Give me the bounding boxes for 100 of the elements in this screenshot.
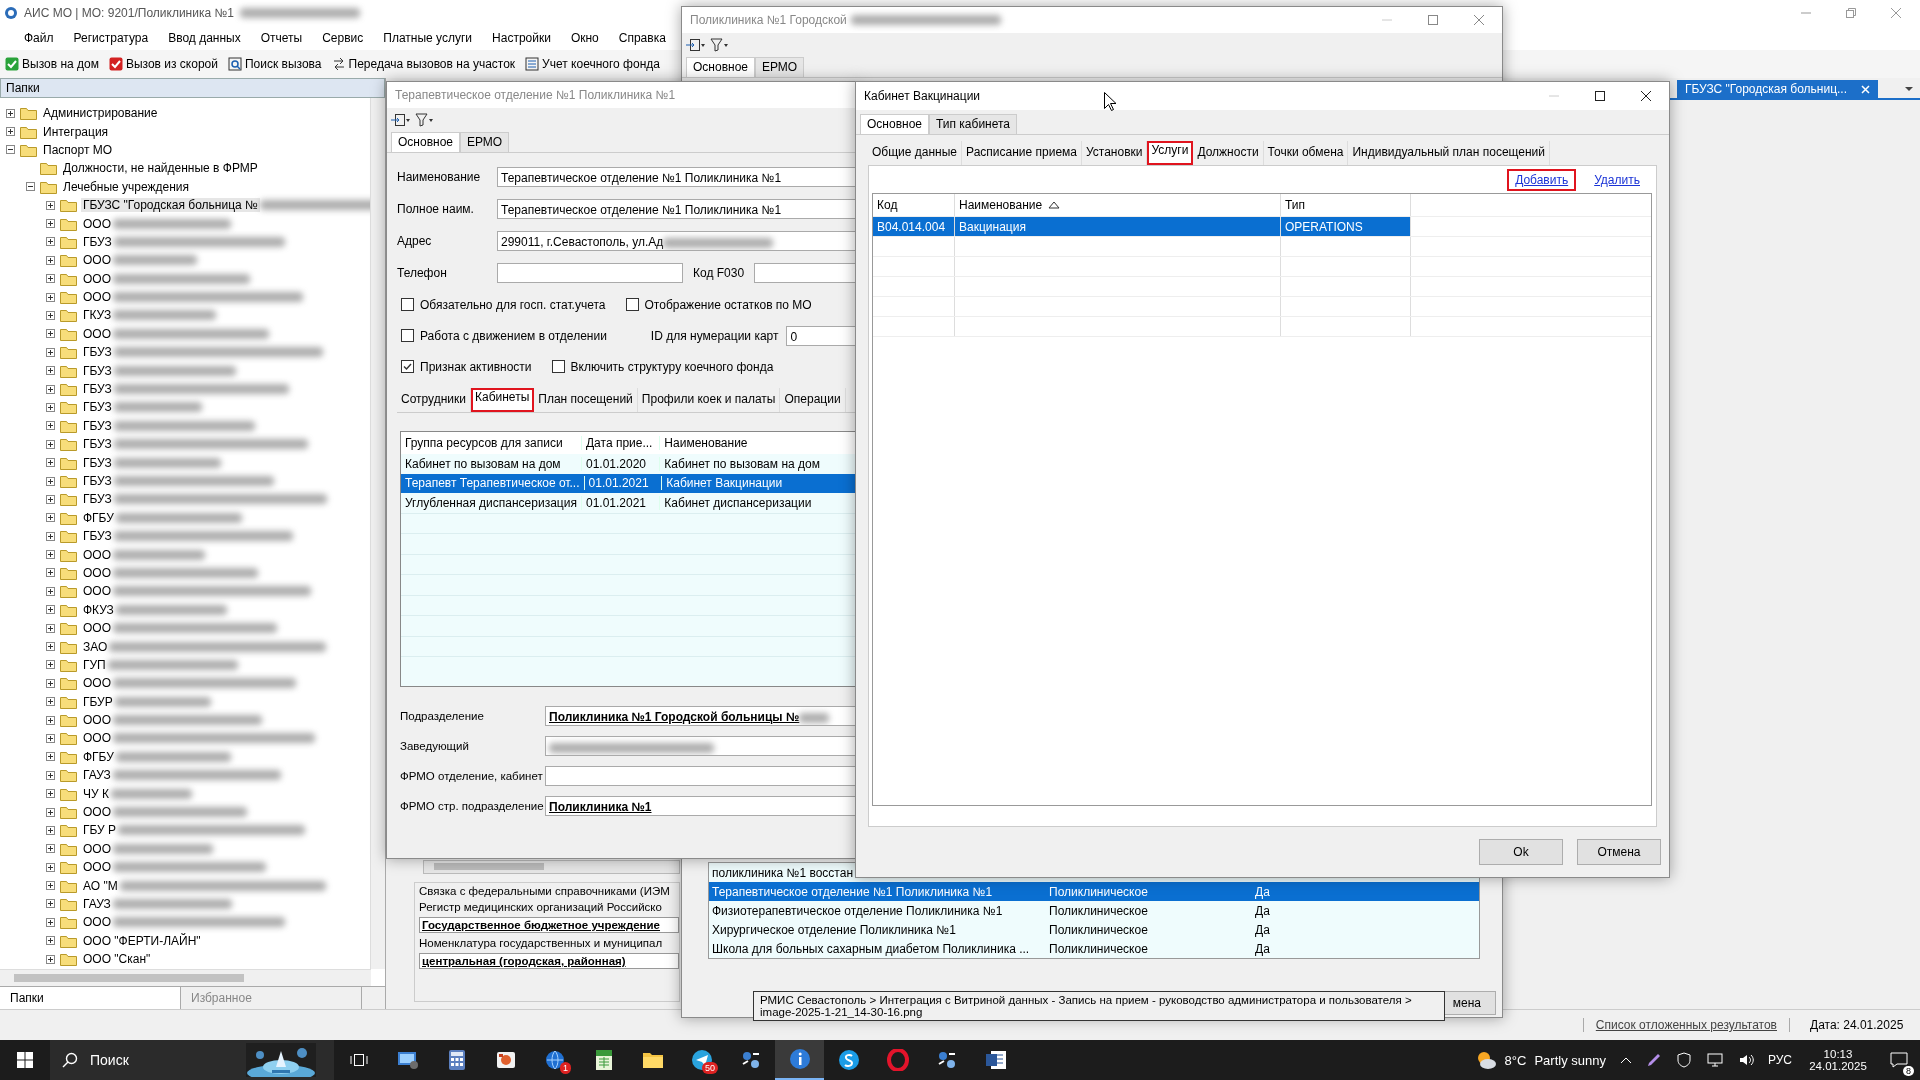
checkbox[interactable] <box>401 298 414 311</box>
scrollbar[interactable] <box>370 98 385 969</box>
tree-item[interactable]: ООО <box>81 713 113 728</box>
chat-icon[interactable] <box>837 1049 860 1071</box>
search-input[interactable]: Поиск <box>88 1051 236 1069</box>
expand-icon[interactable] <box>46 807 55 817</box>
filter-icon[interactable] <box>710 38 730 52</box>
close-icon[interactable] <box>1640 90 1652 102</box>
dropdown-icon[interactable] <box>1904 85 1914 93</box>
expand-icon[interactable] <box>46 697 55 707</box>
expand-icon[interactable] <box>46 715 55 725</box>
menu-item[interactable]: Настройки <box>482 31 561 45</box>
expand-icon[interactable] <box>6 127 15 137</box>
tree-item[interactable]: АО "М <box>81 878 120 893</box>
search-field[interactable]: Поиск <box>50 1040 334 1080</box>
expand-icon[interactable] <box>46 605 55 615</box>
input-field[interactable] <box>545 766 857 786</box>
expand-icon[interactable] <box>46 347 55 357</box>
tree-item[interactable]: ООО <box>81 860 113 875</box>
input-field[interactable]: 0 <box>786 325 857 346</box>
collapse-icon[interactable] <box>6 145 15 155</box>
toolbar-button[interactable]: Передача вызовов на участок <box>328 55 519 73</box>
tab[interactable]: Основное <box>391 132 460 152</box>
info-icon[interactable] <box>788 1048 811 1070</box>
pen-icon[interactable] <box>1645 1052 1662 1068</box>
expand-icon[interactable] <box>6 108 15 118</box>
expand-icon[interactable] <box>46 476 55 486</box>
tree-item[interactable]: ГБУЗ <box>81 474 114 488</box>
tree-item[interactable]: ГБУЗ <box>81 234 114 249</box>
tab[interactable]: Должности <box>1193 141 1264 165</box>
tree-item[interactable]: Паспорт МО <box>41 142 115 157</box>
expand-icon[interactable] <box>46 255 55 265</box>
expand-icon[interactable] <box>46 844 55 854</box>
tree-item[interactable]: ООО "Скан" <box>81 952 153 967</box>
restore-icon[interactable] <box>1845 7 1857 19</box>
monitor-icon[interactable] <box>396 1050 419 1070</box>
tree-item[interactable]: ГБУ Р <box>81 823 119 838</box>
link[interactable]: Удалить <box>1588 171 1646 189</box>
table-row[interactable]: Физиотерапевтическое отделение Поликлиника №1 Поликлиническое Да <box>709 901 1479 920</box>
expand-icon[interactable] <box>46 421 55 431</box>
expand-icon[interactable] <box>46 862 55 872</box>
tree-item[interactable]: Должности, не найденные в ФРМР <box>61 161 260 176</box>
tree-item[interactable]: ГБУЗ <box>81 492 114 507</box>
expand-icon[interactable] <box>46 513 55 523</box>
tree-item[interactable]: ООО <box>81 621 113 636</box>
tab[interactable]: Основное <box>686 57 755 77</box>
expand-icon[interactable] <box>46 660 55 670</box>
expand-icon[interactable] <box>46 494 55 504</box>
tree-item[interactable]: Интеграция <box>41 124 111 139</box>
input-field[interactable] <box>545 736 857 756</box>
tree-item[interactable]: ООО <box>81 253 113 268</box>
tab[interactable]: Кабинеты <box>471 388 535 412</box>
tree-item[interactable]: ГБУЗ <box>81 400 114 415</box>
tree-item[interactable]: ООО <box>81 326 113 341</box>
table-row[interactable]: Школа для больных сахарным диабетом Поликлиника ... Поликлиническое Да <box>709 939 1479 958</box>
tree-item[interactable]: ООО <box>81 676 113 691</box>
expand-icon[interactable] <box>46 531 55 541</box>
tree-item[interactable]: ГБУЗС "Городская больница № <box>81 198 260 213</box>
link[interactable]: Добавить <box>1509 171 1575 189</box>
menu-item[interactable]: Сервис <box>312 31 374 45</box>
expand-icon[interactable] <box>46 881 55 891</box>
expand-icon[interactable] <box>46 917 55 927</box>
ring-icon[interactable] <box>886 1049 909 1071</box>
menu-item[interactable]: Справка <box>608 31 676 45</box>
tab[interactable]: Услуги <box>1147 141 1194 165</box>
expand-icon[interactable] <box>46 384 55 394</box>
panel-tab[interactable]: Папки <box>0 987 181 1009</box>
tree-item[interactable]: ООО <box>81 584 113 599</box>
expand-icon[interactable] <box>46 402 55 412</box>
input-field[interactable]: Поликлиника №1 <box>545 796 857 816</box>
expand-icon[interactable] <box>46 936 55 946</box>
column-header[interactable]: Тип <box>1281 194 1411 216</box>
tab[interactable]: Индивидуальный план посещений <box>1348 141 1550 165</box>
tab[interactable]: Профили коек и палаты <box>637 388 781 412</box>
toolbar-button[interactable]: Вызов на дом <box>2 55 102 73</box>
expand-icon[interactable] <box>46 200 55 210</box>
tree-item[interactable]: ФГБУ <box>81 749 116 764</box>
input-field[interactable]: Поликлиника №1 Городской больницы № <box>545 706 857 726</box>
document-icon[interactable] <box>984 1050 1007 1070</box>
tree-item[interactable]: ООО "ФЕРТИ-ЛАЙН" <box>81 933 203 948</box>
status-link[interactable]: Список отложенных результатов <box>1582 1018 1790 1032</box>
start-icon[interactable] <box>17 1052 33 1068</box>
column-header[interactable]: Дата прие... <box>582 436 661 450</box>
expand-icon[interactable] <box>46 439 55 449</box>
document-tab[interactable]: ГБУЗС "Городская больниц... <box>1676 80 1878 98</box>
presentation-icon[interactable] <box>495 1050 516 1070</box>
input-field[interactable]: 299011, г.Севастополь, ул.Ад <box>497 231 857 251</box>
calculator-icon[interactable] <box>447 1049 466 1071</box>
tab[interactable]: Расписание приема <box>962 141 1082 165</box>
menu-item[interactable]: Отчеты <box>250 31 313 45</box>
dialog-button[interactable]: Ok <box>1479 839 1563 865</box>
expand-icon[interactable] <box>46 458 55 468</box>
tab[interactable]: ЕРМО <box>460 132 510 152</box>
tab[interactable]: Операции <box>780 388 846 412</box>
tab[interactable]: План посещений <box>534 388 638 412</box>
toolbar-button[interactable]: Вызов из скорой <box>105 55 221 73</box>
table-row[interactable]: B04.014.004 Вакцинация OPERATIONS <box>873 217 1651 237</box>
scrollbar[interactable] <box>0 969 371 986</box>
column-header[interactable]: Группа ресурсов для записи <box>401 436 582 450</box>
tree-item[interactable]: ГБУЗ <box>81 529 114 544</box>
